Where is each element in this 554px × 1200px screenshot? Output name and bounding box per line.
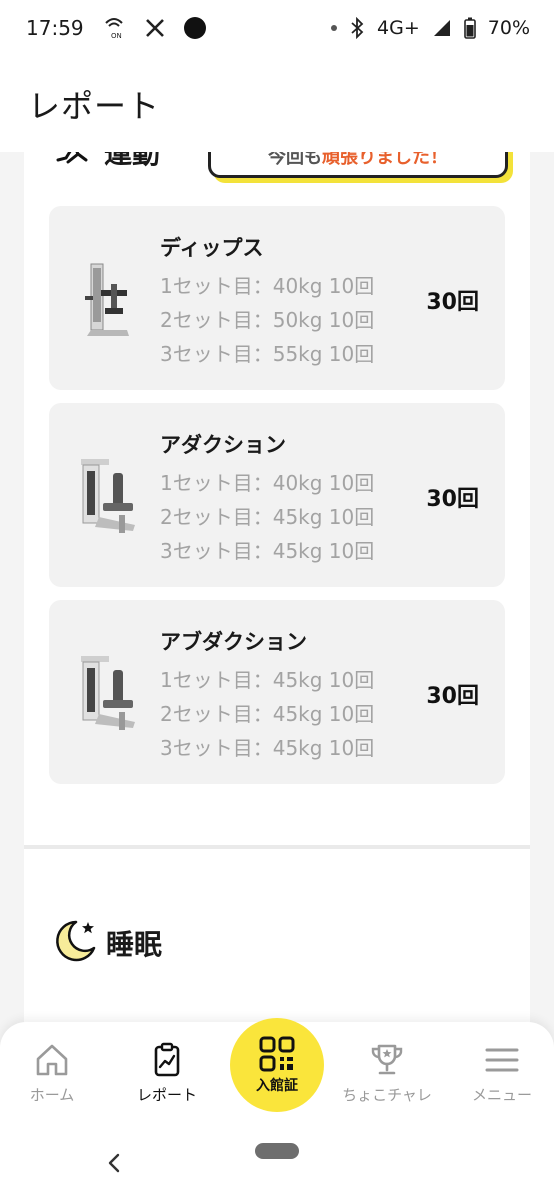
nav-home[interactable]: ホーム [0, 1040, 107, 1105]
system-navigation-bar [0, 1132, 554, 1200]
battery-icon [463, 17, 476, 39]
total-reps: 30回 [426, 290, 479, 315]
page-title: レポート [28, 87, 161, 125]
adduction-machine-image [81, 459, 135, 533]
home-gesture-pill[interactable] [255, 1143, 299, 1159]
nav-menu-label: メニュー [471, 1086, 532, 1104]
set-detail: 2セット目：45kg 10回 [160, 702, 375, 726]
dips-machine-image [85, 263, 129, 336]
x-logo-icon [144, 17, 166, 39]
notification-dot-icon [183, 17, 206, 39]
total-reps: 30回 [426, 684, 479, 709]
notification-indicator-icon [331, 25, 338, 31]
hamburger-menu-icon [485, 1048, 519, 1072]
entry-pass-label: 入館証 [256, 1078, 298, 1094]
nav-report-label: レポート [136, 1086, 197, 1104]
set-detail: 1セット目：45kg 10回 [160, 668, 375, 692]
battery-percent: 70% [487, 17, 530, 39]
svg-text:ON: ON [111, 32, 122, 39]
network-type: 4G+ [377, 17, 420, 39]
exercise-name: アブダクション [160, 630, 307, 654]
nav-home-label: ホーム [29, 1086, 75, 1104]
abduction-machine-image [81, 656, 135, 730]
entry-pass-button[interactable]: 入館証 [230, 1018, 324, 1112]
signal-icon [432, 18, 452, 38]
app-header: レポート [0, 56, 554, 152]
exercise-card[interactable]: ディップス 1セット目：40kg 10回 2セット目：50kg 10回 3セット… [49, 206, 505, 390]
set-detail: 2セット目：50kg 10回 [160, 308, 375, 332]
sleep-section-title: 睡眠 [106, 928, 163, 961]
qr-code-icon [259, 1036, 295, 1072]
set-detail: 3セット目：45kg 10回 [160, 539, 375, 563]
exercise-name: アダクション [160, 433, 286, 457]
status-time: 17:59 [26, 16, 84, 40]
status-bar: 17:59 ON 4G+ 70% [0, 0, 554, 56]
home-icon [36, 1044, 68, 1076]
moon-star-icon [52, 918, 98, 968]
set-detail: 3セット目：55kg 10回 [160, 342, 375, 366]
total-reps: 30回 [426, 487, 479, 512]
trophy-icon [371, 1044, 403, 1075]
nav-menu[interactable]: メニュー [447, 1040, 554, 1105]
sleep-section-heading: 睡眠 [52, 918, 162, 968]
set-detail: 3セット目：45kg 10回 [160, 736, 375, 760]
nav-challenge[interactable]: ちょこチャレ [332, 1040, 442, 1105]
exercise-card[interactable]: アブダクション 1セット目：45kg 10回 2セット目：45kg 10回 3セ… [49, 600, 505, 784]
exercise-name: ディップス [160, 236, 264, 260]
section-divider [24, 845, 530, 849]
back-chevron-icon[interactable] [104, 1152, 126, 1174]
report-clipboard-icon [154, 1042, 180, 1077]
nav-challenge-label: ちょこチャレ [342, 1086, 432, 1104]
bluetooth-icon [349, 17, 365, 39]
nav-report[interactable]: レポート [112, 1040, 222, 1105]
set-detail: 2セット目：45kg 10回 [160, 505, 375, 529]
wifi-calling-icon: ON [102, 17, 126, 39]
set-detail: 1セット目：40kg 10回 [160, 471, 375, 495]
exercise-card[interactable]: アダクション 1セット目：40kg 10回 2セット目：45kg 10回 3セッ… [49, 403, 505, 587]
set-detail: 1セット目：40kg 10回 [160, 274, 375, 298]
